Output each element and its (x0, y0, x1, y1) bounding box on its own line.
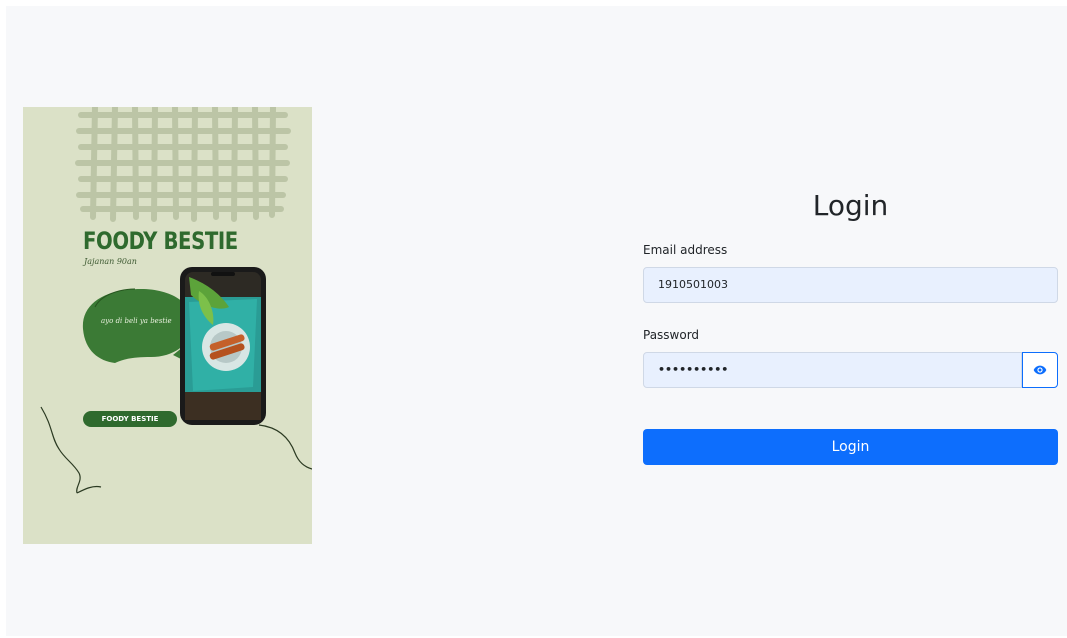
woven-grid-decoration (75, 107, 291, 222)
poster-tagline: Jajanan 90an (84, 257, 137, 266)
password-group: •••••••••• (643, 352, 1058, 388)
speech-bubble (82, 289, 194, 363)
password-field[interactable]: •••••••••• (643, 352, 1022, 388)
promo-poster: FOODY BESTIE Jajanan 90an ayo di beli ya… (23, 107, 312, 544)
eye-icon (1033, 365, 1047, 375)
doodle-line-right (258, 424, 312, 470)
email-field[interactable]: 1910501003 (643, 267, 1058, 303)
show-password-button[interactable] (1022, 352, 1058, 388)
login-heading: Login (812, 189, 889, 222)
poster-brand-pill: FOODY BESTIE (83, 411, 177, 427)
poster-brand-title: FOODY BESTIE (83, 227, 238, 255)
login-page: FOODY BESTIE Jajanan 90an ayo di beli ya… (6, 6, 1067, 636)
email-label: Email address (643, 243, 728, 257)
login-button[interactable]: Login (643, 429, 1058, 465)
password-label: Password (643, 328, 700, 342)
login-form: Login Email address 1910501003 Password … (643, 187, 1058, 465)
speech-bubble-text: ayo di beli ya bestie (101, 317, 172, 325)
poster-artwork (40, 107, 312, 494)
phone-mockup (180, 267, 266, 425)
